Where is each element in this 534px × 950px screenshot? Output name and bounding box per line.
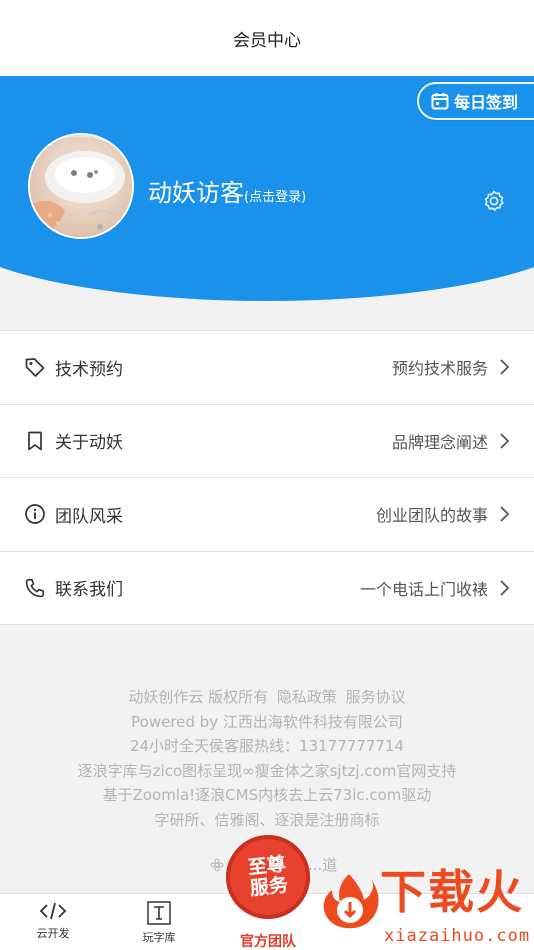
trademark-text: 字研所、佶雅阁、逐浪是注册商标 (154, 810, 380, 829)
chevron-right-icon (500, 580, 510, 596)
avatar[interactable] (28, 133, 134, 239)
footer: 动妖创作云 版权所有 隐私政策 服务协议 Powered by 江西出海软件科技… (0, 685, 534, 833)
chevron-right-icon (500, 359, 510, 375)
menu-item-desc: 创业团队的故事 (375, 506, 488, 526)
tab-label: 云开发 (36, 927, 70, 940)
watermark-title: 下载火 (380, 865, 524, 919)
profile-header: 每日签到 动妖访客(点击登录) (0, 76, 534, 306)
menu-item-desc: 一个电话上门收裱 (359, 579, 488, 599)
code-icon (39, 902, 67, 920)
menu-item-contact[interactable]: 联系我们 一个电话上门收裱 (0, 552, 534, 625)
daily-checkin-button[interactable]: 每日签到 (416, 82, 534, 120)
login-hint: (点击登录) (244, 190, 307, 205)
vip-service-badge[interactable]: 至尊 服务 官方团队 (221, 830, 315, 950)
menu-item-desc: 预约技术服务 (391, 359, 488, 379)
menu-item-tech-booking[interactable]: 技术预约 预约技术服务 (0, 331, 534, 405)
username: 动妖访客 (148, 179, 244, 207)
checkin-label: 每日签到 (453, 93, 518, 112)
badge-line2: 服务 (248, 874, 290, 900)
badge-circle: 至尊 服务 (221, 830, 315, 924)
settings-icon[interactable] (482, 189, 506, 213)
menu-item-label: 技术预约 (55, 359, 123, 380)
menu-item-label: 关于动妖 (55, 433, 123, 454)
service-agreement-link[interactable]: 服务协议 (346, 688, 406, 706)
username-display[interactable]: 动妖访客(点击登录) (148, 173, 306, 208)
watermark: 下载火 xiazaihuo.com (318, 862, 534, 950)
kernel-text: 基于Zoomla!逐浪CMS内核去上云73ic.com驱动 (102, 786, 432, 805)
chevron-right-icon (500, 506, 510, 522)
hotline-text: 24小时全天侯客服热线：13177777714 (129, 737, 405, 756)
tab-cloud-dev[interactable]: 云开发 (23, 900, 83, 941)
menu-item-desc: 品牌理念阐述 (391, 432, 488, 452)
menu-item-label: 团队风采 (55, 506, 123, 527)
chevron-right-icon (500, 433, 510, 449)
flame-logo-icon (323, 874, 379, 929)
text-box-icon (147, 901, 171, 925)
powered-by-text: Powered by 江西出海软件科技有限公司 (131, 712, 403, 731)
menu-item-label: 联系我们 (55, 580, 123, 601)
official-team-label: 官方团队 (240, 934, 296, 950)
tab-label: 玩字库 (142, 931, 176, 944)
menu-item-about[interactable]: 关于动妖 品牌理念阐述 (0, 405, 534, 478)
top-bar: 会员中心 (0, 0, 534, 76)
page-title: 会员中心 (233, 30, 301, 51)
bookmark-icon (28, 431, 42, 451)
copyright-text: 动妖创作云 版权所有 (128, 688, 269, 706)
tab-font-library[interactable]: 玩字库 (129, 900, 189, 945)
support-text: 逐浪字库与zico图标呈现∞瘦金体之家sjtzj.com官网支持 (77, 761, 457, 780)
menu-list: 技术预约 预约技术服务 关于动妖 品牌理念阐述 团队风采 创业团队的故事 联系我… (0, 330, 534, 625)
tag-icon (25, 358, 45, 378)
info-icon (25, 504, 45, 525)
menu-item-team[interactable]: 团队风采 创业团队的故事 (0, 478, 534, 552)
calendar-icon (431, 93, 449, 110)
privacy-policy-link[interactable]: 隐私政策 (277, 688, 337, 706)
footer-links: 动妖创作云 版权所有 隐私政策 服务协议 (0, 685, 534, 710)
watermark-site: xiazaihuo.com (384, 926, 531, 946)
phone-icon (25, 578, 44, 598)
